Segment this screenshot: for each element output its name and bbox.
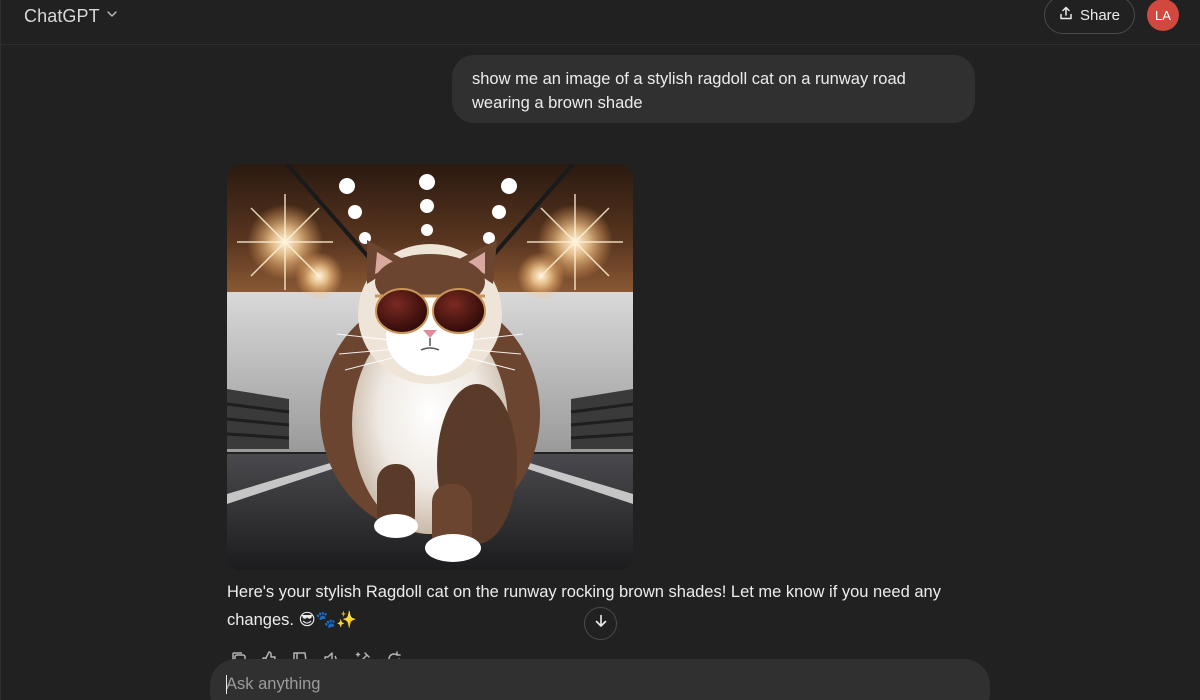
model-name: ChatGPT — [24, 5, 100, 26]
user-avatar[interactable]: LA — [1147, 0, 1179, 31]
share-label: Share — [1079, 6, 1121, 24]
prompt-input[interactable] — [226, 671, 966, 697]
scroll-to-bottom-button[interactable] — [584, 607, 617, 640]
chevron-down-icon — [106, 7, 118, 25]
model-selector[interactable]: ChatGPT — [14, 3, 128, 29]
user-message: show me an image of a stylish ragdoll ca… — [452, 55, 975, 123]
generated-image-cat[interactable] — [227, 164, 633, 570]
share-button[interactable]: Share — [1044, 0, 1135, 34]
top-bar: ChatGPT Share LA — [0, 0, 1200, 45]
share-icon — [1059, 6, 1073, 24]
arrow-down-icon — [594, 614, 608, 633]
sidebar-edge — [0, 0, 1, 700]
message-composer — [210, 659, 990, 700]
text-caret — [226, 675, 227, 694]
